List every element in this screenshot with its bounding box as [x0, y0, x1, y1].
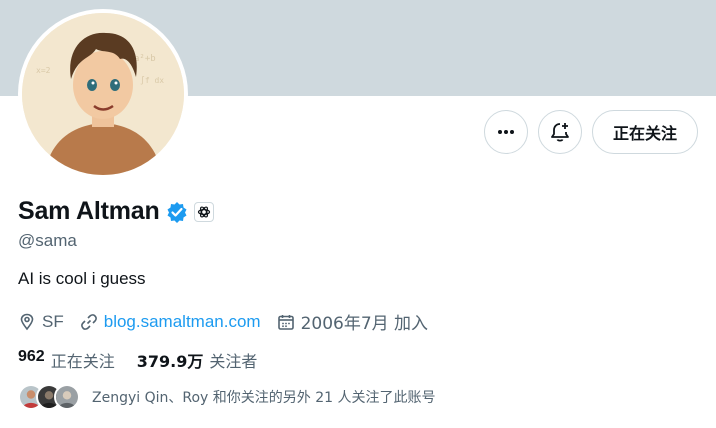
- location-text: SF: [42, 311, 64, 331]
- avatar: a²+b ∫f dx x=2: [22, 13, 184, 175]
- calendar-icon: [277, 314, 294, 330]
- followers-stat[interactable]: 379.9万 关注者: [137, 348, 258, 372]
- more-horizontal-icon: [497, 130, 514, 134]
- verified-badge-icon[interactable]: [166, 201, 188, 223]
- openai-logo-icon: [197, 205, 210, 218]
- following-stat[interactable]: 962 正在关注: [18, 348, 115, 372]
- following-button[interactable]: 正在关注: [591, 110, 698, 154]
- website-item: blog.samaltman.com: [80, 312, 261, 332]
- profile-actions: 正在关注: [483, 110, 698, 154]
- svg-text:∫f dx: ∫f dx: [140, 76, 164, 85]
- followed-by-text: Zengyi Qin、Roy 和你关注的另外 21 人关注了此账号: [92, 390, 436, 406]
- svg-text:x=2: x=2: [36, 66, 51, 75]
- followers-count: 379.9万: [136, 352, 204, 371]
- location-item: SF: [18, 312, 64, 332]
- profile-handle: @sama: [18, 231, 77, 250]
- joined-text: 2006年7月 加入: [300, 314, 429, 334]
- more-button[interactable]: [483, 110, 528, 154]
- website-link[interactable]: blog.samaltman.com: [104, 312, 261, 332]
- avatar: [54, 384, 80, 410]
- bell-plus-icon: [551, 123, 569, 142]
- profile-avatar-frame[interactable]: a²+b ∫f dx x=2: [18, 9, 188, 179]
- profile-bio: AI is cool i guess: [18, 269, 146, 288]
- followers-you-know[interactable]: Zengyi Qin、Roy 和你关注的另外 21 人关注了此账号: [18, 384, 436, 410]
- joined-item: 2006年7月 加入: [277, 309, 428, 334]
- profile-name: Sam Altman: [18, 197, 160, 225]
- mutual-avatars: [18, 384, 80, 410]
- link-icon: [80, 313, 97, 330]
- affiliation-badge-icon[interactable]: [193, 201, 214, 222]
- followers-label: 关注者: [209, 352, 258, 371]
- profile-stats: 962 正在关注 379.9万 关注者: [18, 348, 257, 372]
- svg-text:a²+b: a²+b: [134, 54, 156, 64]
- location-pin-icon: [20, 313, 34, 330]
- profile-name-row: Sam Altman: [18, 197, 214, 226]
- following-count: 962: [18, 348, 45, 365]
- following-label: 正在关注: [50, 352, 115, 371]
- notifications-button[interactable]: [537, 110, 582, 154]
- profile-meta: SF blog.samaltman.com 2006年7月 加入: [18, 309, 444, 334]
